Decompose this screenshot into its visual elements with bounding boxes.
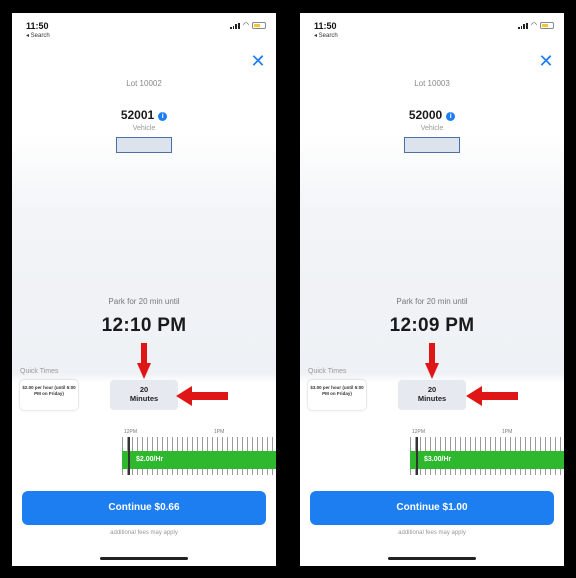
- duration-selector[interactable]: 20 Minutes: [110, 380, 178, 410]
- status-icons: ◠: [229, 22, 266, 29]
- time-slider[interactable]: 12PM 1PM $3.00/Hr: [410, 429, 564, 479]
- continue-button[interactable]: Continue $1.00: [310, 491, 554, 525]
- home-indicator: [100, 557, 188, 560]
- license-plate-placeholder: [116, 137, 172, 153]
- battery-icon: [252, 22, 266, 29]
- lot-label: Lot 10003: [414, 79, 450, 88]
- signal-icon: [517, 22, 528, 29]
- park-duration-text: Park for 20 min until: [108, 297, 180, 306]
- vehicle-label: Vehicle: [132, 125, 156, 132]
- continue-button[interactable]: Continue $0.66: [22, 491, 266, 525]
- end-time: 12:10 PM: [101, 315, 187, 336]
- tick-label-12pm: 12PM: [124, 429, 138, 435]
- timeline-ticks: [122, 437, 276, 451]
- duration-unit: Minutes: [129, 394, 159, 403]
- lot-label: Lot 10002: [126, 79, 162, 88]
- vehicle-number-text: 52000: [408, 108, 443, 122]
- home-indicator: [388, 557, 476, 560]
- fees-note: additional fees may apply: [110, 530, 178, 536]
- signal-icon: [229, 22, 240, 29]
- close-icon[interactable]: ✕: [538, 52, 554, 70]
- annotation-arrow-down-icon: [137, 343, 151, 379]
- slider-handle[interactable]: [128, 437, 130, 475]
- annotation-arrow-left-icon: [176, 386, 228, 406]
- timeline-ticks: [410, 437, 564, 451]
- parking-screen: 11:50 ◂ Search ◠ ✕ Lot 10002 52001 i Vehi…: [12, 13, 276, 566]
- quick-times-label: Quick Times: [308, 368, 347, 375]
- end-time: 12:09 PM: [389, 315, 475, 336]
- back-to-search-link[interactable]: ◂ Search: [26, 32, 50, 39]
- duration-unit: Minutes: [417, 394, 447, 403]
- phone-screenshot-left: 11:50 ◂ Search ◠ ✕ Lot 10002 52001 i Vehi…: [0, 0, 288, 578]
- fees-note: additional fees may apply: [398, 530, 466, 536]
- vehicle-label: Vehicle: [420, 125, 444, 132]
- tick-label-12pm: 12PM: [412, 429, 426, 435]
- back-to-search-link[interactable]: ◂ Search: [314, 32, 338, 39]
- tick-label-1pm: 1PM: [502, 429, 513, 435]
- status-bar: 11:50 ◂ Search ◠: [26, 21, 266, 41]
- parking-screen: 11:50 ◂ Search ◠ ✕ Lot 10003 52000 i Vehi…: [300, 13, 564, 566]
- annotation-arrow-left-icon: [466, 386, 518, 406]
- close-icon[interactable]: ✕: [250, 52, 266, 70]
- info-icon[interactable]: i: [446, 112, 456, 121]
- duration-value: 20: [427, 385, 437, 394]
- vehicle-number: 52001 i: [12, 108, 276, 122]
- wifi-icon: ◠: [242, 22, 249, 29]
- info-icon[interactable]: i: [158, 112, 168, 121]
- wifi-icon: ◠: [530, 22, 537, 29]
- timeline-ticks-bottom: [410, 469, 564, 475]
- battery-icon: [540, 22, 554, 29]
- duration-value: 20: [139, 385, 149, 394]
- annotation-arrow-down-icon: [425, 343, 439, 379]
- rate-info-card[interactable]: $3.00 per hour (until 5:00 PM on Friday): [308, 380, 366, 410]
- status-icons: ◠: [517, 22, 554, 29]
- license-plate-placeholder: [404, 137, 460, 153]
- status-bar: 11:50 ◂ Search ◠: [314, 21, 554, 41]
- rate-bar: $2.00/Hr: [122, 451, 276, 469]
- rate-bar: $3.00/Hr: [410, 451, 564, 469]
- slider-handle[interactable]: [416, 437, 418, 475]
- rate-info-card[interactable]: $2.00 per hour (until 5:00 PM on Friday): [20, 380, 78, 410]
- park-duration-text: Park for 20 min until: [396, 297, 468, 306]
- vehicle-number-text: 52001: [120, 108, 155, 122]
- duration-selector[interactable]: 20 Minutes: [398, 380, 466, 410]
- timeline-ticks-bottom: [122, 469, 276, 475]
- phone-screenshot-right: 11:50 ◂ Search ◠ ✕ Lot 10003 52000 i Vehi…: [288, 0, 576, 578]
- status-time: 11:50: [314, 21, 337, 31]
- tick-label-1pm: 1PM: [214, 429, 225, 435]
- time-slider[interactable]: 12PM 1PM $2.00/Hr: [122, 429, 276, 479]
- vehicle-number: 52000 i: [300, 108, 564, 122]
- quick-times-label: Quick Times: [20, 368, 59, 375]
- status-time: 11:50: [26, 21, 49, 31]
